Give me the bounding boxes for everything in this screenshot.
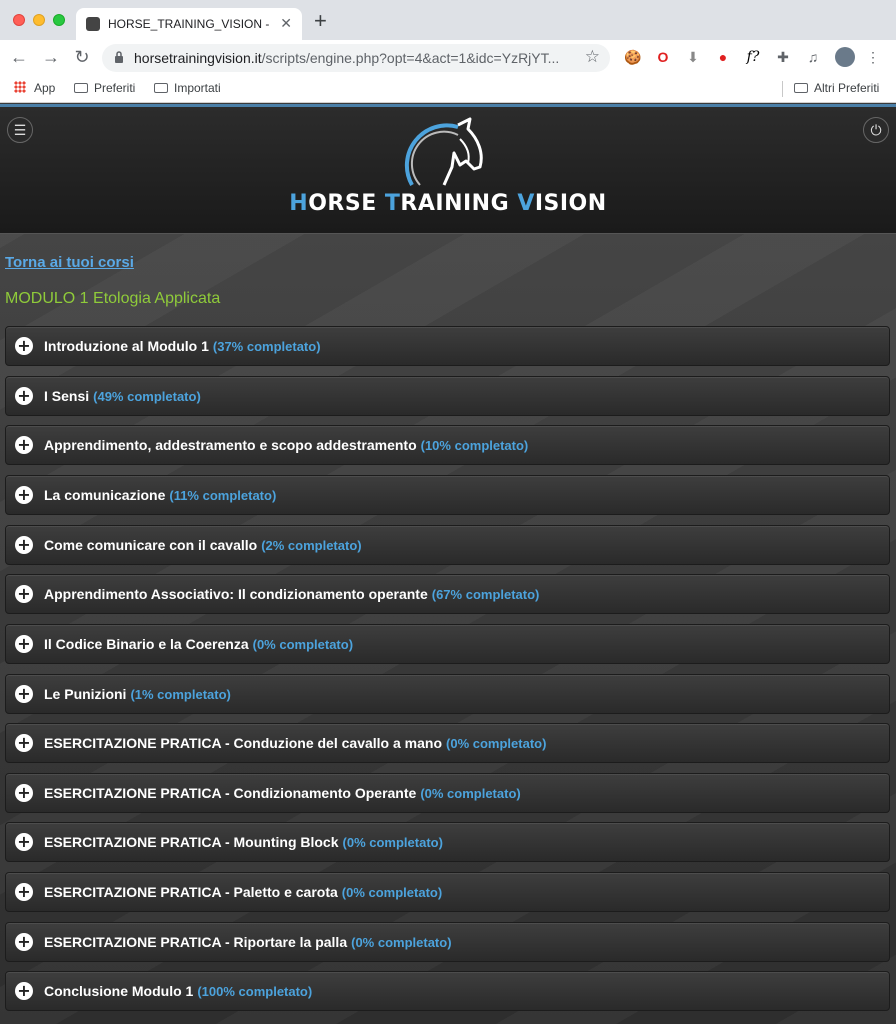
expand-plus-icon[interactable]: +	[15, 784, 33, 802]
bookmark-star-icon[interactable]: ☆	[585, 47, 600, 67]
menu-dots-icon[interactable]: ⋮	[864, 48, 882, 66]
lesson-label: Apprendimento Associativo: Il condiziona…	[44, 586, 540, 602]
bookmark-app[interactable]: App	[14, 81, 55, 95]
lesson-item[interactable]: + Conclusione Modulo 1 (100% completato)	[5, 971, 890, 1011]
expand-plus-icon[interactable]: +	[15, 536, 33, 554]
opera-extension-icon[interactable]: O	[654, 48, 672, 66]
folder-icon	[154, 83, 168, 93]
browser-tab[interactable]: HORSE_TRAINING_VISION - - \ ✕	[76, 8, 302, 40]
expand-plus-icon[interactable]: +	[15, 337, 33, 355]
lesson-label: Le Punizioni (1% completato)	[44, 686, 231, 702]
expand-plus-icon[interactable]: +	[15, 486, 33, 504]
brand-title: HORSE TRAINING VISION	[289, 191, 607, 216]
lesson-item[interactable]: + Il Codice Binario e la Coerenza (0% com…	[5, 624, 890, 664]
back-icon[interactable]: ←	[8, 47, 30, 68]
lesson-item[interactable]: + ESERCITAZIONE PRATICA - Conduzione del…	[5, 723, 890, 763]
bookmarks-divider	[782, 81, 783, 97]
lesson-label: Conclusione Modulo 1 (100% completato)	[44, 983, 313, 999]
url-text: horsetrainingvision.it/scripts/engine.ph…	[134, 50, 560, 66]
expand-plus-icon[interactable]: +	[15, 933, 33, 951]
browser-toolbar: ← → ↻ horsetrainingvision.it/scripts/eng…	[0, 40, 896, 76]
lesson-label: ESERCITAZIONE PRATICA - Riportare la pal…	[44, 934, 452, 950]
power-logout-icon[interactable]: ⏻	[863, 117, 889, 143]
expand-plus-icon[interactable]: +	[15, 436, 33, 454]
bookmark-altri-preferiti[interactable]: Altri Preferiti	[794, 81, 879, 95]
expand-plus-icon[interactable]: +	[15, 387, 33, 405]
folder-icon	[794, 83, 808, 93]
tab-title: HORSE_TRAINING_VISION - - \	[108, 17, 270, 31]
lesson-item[interactable]: + Introduzione al Modulo 1 (37% completat…	[5, 326, 890, 366]
close-tab-icon[interactable]: ✕	[280, 15, 292, 32]
media-control-icon[interactable]: ♫	[804, 48, 822, 66]
lesson-label: Come comunicare con il cavallo (2% comple…	[44, 537, 362, 553]
cookie-extension-icon[interactable]: 🍪	[624, 48, 642, 66]
expand-plus-icon[interactable]: +	[15, 585, 33, 603]
lesson-label: Il Codice Binario e la Coerenza (0% compl…	[44, 636, 354, 652]
favicon-icon	[86, 17, 100, 31]
lesson-label: Apprendimento, addestramento e scopo add…	[44, 437, 529, 453]
expand-plus-icon[interactable]: +	[15, 883, 33, 901]
lesson-label: ESERCITAZIONE PRATICA - Conduzione del c…	[44, 735, 547, 751]
expand-plus-icon[interactable]: +	[15, 833, 33, 851]
close-window-button[interactable]	[13, 14, 25, 26]
lesson-label: I Sensi (49% completato)	[44, 388, 201, 404]
profile-avatar[interactable]	[835, 47, 855, 67]
lesson-label: ESERCITAZIONE PRATICA - Condizionamento …	[44, 785, 521, 801]
forward-icon[interactable]: →	[40, 47, 62, 68]
lesson-item[interactable]: + Apprendimento Associativo: Il condizio…	[5, 574, 890, 614]
module-title: MODULO 1 Etologia Applicata	[5, 290, 221, 307]
lesson-item[interactable]: + ESERCITAZIONE PRATICA - Condizionament…	[5, 773, 890, 813]
lesson-label: Introduzione al Modulo 1 (37% completato)	[44, 338, 321, 354]
site-header: ☰ ⏻ HORSE TRAINING VISION	[0, 104, 896, 234]
zoom-window-button[interactable]	[53, 14, 65, 26]
puzzle-extensions-icon[interactable]: ✚	[774, 48, 792, 66]
reload-icon[interactable]: ↻	[71, 47, 93, 68]
bookmark-importati[interactable]: Importati	[154, 81, 221, 95]
lesson-label: ESERCITAZIONE PRATICA - Paletto e carota…	[44, 884, 443, 900]
lesson-item[interactable]: + Apprendimento, addestramento e scopo a…	[5, 425, 890, 465]
lesson-label: ESERCITAZIONE PRATICA - Mounting Block (0…	[44, 834, 443, 850]
bookmarks-bar: App Preferiti Importati Altri Preferiti	[0, 76, 896, 103]
expand-plus-icon[interactable]: +	[15, 635, 33, 653]
apps-grid-icon	[14, 81, 26, 93]
course-content: Torna ai tuoi corsi MODULO 1 Etologia Ap…	[0, 234, 896, 1024]
minimize-window-button[interactable]	[33, 14, 45, 26]
lesson-item[interactable]: + La comunicazione (11% completato)	[5, 475, 890, 515]
address-bar[interactable]: horsetrainingvision.it/scripts/engine.ph…	[102, 44, 610, 72]
new-tab-icon[interactable]: +	[314, 8, 327, 34]
lesson-item[interactable]: + I Sensi (49% completato)	[5, 376, 890, 416]
lock-icon	[115, 51, 123, 63]
hamburger-menu-icon[interactable]: ☰	[7, 117, 33, 143]
formula-extension-icon[interactable]: f?	[744, 48, 762, 66]
back-to-courses-link[interactable]: Torna ai tuoi corsi	[5, 254, 134, 271]
expand-plus-icon[interactable]: +	[15, 685, 33, 703]
lesson-item[interactable]: + ESERCITAZIONE PRATICA - Mounting Block…	[5, 822, 890, 862]
download-extension-icon[interactable]: ⬇	[684, 48, 702, 66]
lesson-item[interactable]: + Le Punizioni (1% completato)	[5, 674, 890, 714]
lesson-item[interactable]: + ESERCITAZIONE PRATICA - Paletto e caro…	[5, 872, 890, 912]
lesson-item[interactable]: + ESERCITAZIONE PRATICA - Riportare la p…	[5, 922, 890, 962]
expand-plus-icon[interactable]: +	[15, 982, 33, 1000]
browser-tab-bar: HORSE_TRAINING_VISION - - \ ✕ +	[0, 0, 896, 40]
record-extension-icon[interactable]: ●	[714, 48, 732, 66]
folder-icon	[74, 83, 88, 93]
lesson-item[interactable]: + Come comunicare con il cavallo (2% comp…	[5, 525, 890, 565]
horse-logo-icon	[404, 117, 483, 186]
expand-plus-icon[interactable]: +	[15, 734, 33, 752]
lesson-label: La comunicazione (11% completato)	[44, 487, 277, 503]
bookmark-preferiti[interactable]: Preferiti	[74, 81, 135, 95]
